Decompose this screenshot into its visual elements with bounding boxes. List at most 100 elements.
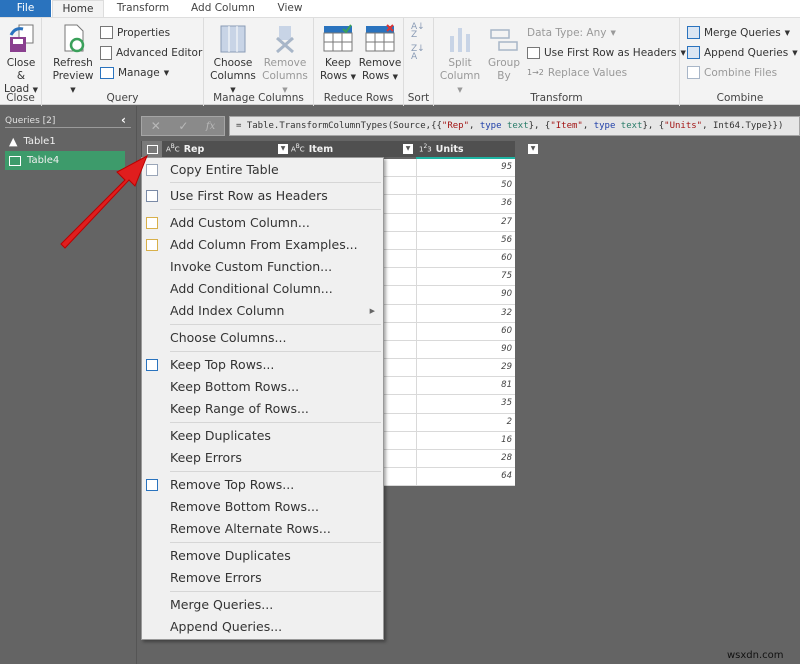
group-query: Refresh Preview ▼ Properties Advanced Edi… xyxy=(42,18,204,106)
menu-item-add-column-from-examples[interactable]: Add Column From Examples... xyxy=(142,234,383,256)
units-cell[interactable]: 56 xyxy=(501,232,512,249)
menu-item-label: Remove Errors xyxy=(170,570,262,585)
table-icon xyxy=(9,155,21,166)
annotation-arrow xyxy=(60,154,148,249)
remove-columns-button[interactable]: Remove Columns ▼ xyxy=(260,22,310,97)
units-cell[interactable]: 60 xyxy=(501,323,512,340)
tab-transform[interactable]: Transform xyxy=(112,0,174,17)
collapse-pane-icon[interactable]: ‹ xyxy=(121,113,126,127)
menu-item-remove-top-rows[interactable]: Remove Top Rows... xyxy=(142,474,383,496)
menu-separator xyxy=(170,471,381,472)
menu-item-add-conditional-column[interactable]: Add Conditional Column... xyxy=(142,278,383,300)
replace-values-button[interactable]: 1→2 Replace Values xyxy=(527,64,627,81)
column-header-rep[interactable]: ABC Rep xyxy=(166,141,204,157)
replace-values-icon: 1→2 xyxy=(527,68,544,77)
column-header-units[interactable]: 123 Units xyxy=(419,141,464,157)
replace-values-label: Replace Values xyxy=(547,66,628,79)
menu-item-label: Use First Row as Headers xyxy=(170,188,328,203)
sort-descending-button[interactable]: Z↓ A xyxy=(411,45,425,62)
menu-item-choose-columns[interactable]: Choose Columns... xyxy=(142,327,383,349)
formula-input[interactable]: = Table.TransformColumnTypes(Source,{{"R… xyxy=(229,116,800,136)
units-cell[interactable]: 95 xyxy=(501,159,512,176)
units-cell[interactable]: 60 xyxy=(501,250,512,267)
headers-table-icon xyxy=(527,46,540,59)
tab-file[interactable]: File xyxy=(0,0,51,17)
sort-ascending-button[interactable]: A↓ Z xyxy=(411,23,425,40)
group-label-close: Close xyxy=(6,92,35,104)
menu-item-add-index-column[interactable]: Add Index Column ▶ xyxy=(142,300,383,322)
menu-item-merge-queries[interactable]: Merge Queries... xyxy=(142,594,383,616)
units-cell[interactable]: 64 xyxy=(501,468,512,485)
tab-view[interactable]: View xyxy=(270,0,310,17)
menu-item-remove-duplicates[interactable]: Remove Duplicates xyxy=(142,545,383,567)
choose-label2: Columns xyxy=(210,70,256,82)
menu-item-remove-bottom-rows[interactable]: Remove Bottom Rows... xyxy=(142,496,383,518)
manage-button[interactable]: Manage ▼ xyxy=(100,64,169,81)
text-type-icon: ABC xyxy=(291,144,305,154)
group-combine: Merge Queries ▼ Append Queries ▼ Combine F… xyxy=(680,18,800,106)
ribbon-tabs: File Home Transform Add Column View xyxy=(0,0,800,17)
units-cell[interactable]: 29 xyxy=(501,359,512,376)
filter-dropdown-item[interactable]: ▼ xyxy=(403,144,413,154)
menu-item-keep-bottom-rows[interactable]: Keep Bottom Rows... xyxy=(142,376,383,398)
tab-add-column[interactable]: Add Column xyxy=(184,0,262,17)
merge-queries-button[interactable]: Merge Queries ▼ xyxy=(687,24,790,41)
remove-rows-button[interactable]: Remove Rows ▼ xyxy=(358,22,402,84)
units-cell[interactable]: 90 xyxy=(501,286,512,303)
menu-item-label: Keep Top Rows... xyxy=(170,357,275,372)
units-cell[interactable]: 28 xyxy=(501,450,512,467)
combine-files-label: Combine Files xyxy=(704,66,778,79)
units-cell[interactable]: 75 xyxy=(501,268,512,285)
menu-item-remove-alternate-rows[interactable]: Remove Alternate Rows... xyxy=(142,518,383,540)
column-header-item[interactable]: ABC Item xyxy=(291,141,333,157)
close-load-label: Close & xyxy=(6,57,36,82)
append-queries-button[interactable]: Append Queries ▼ xyxy=(687,44,798,61)
group-close: Close & Load ▼ Close xyxy=(0,18,42,106)
confirm-icon[interactable]: ✓ xyxy=(178,119,188,133)
menu-item-invoke-custom-function[interactable]: Invoke Custom Function... xyxy=(142,256,383,278)
keep-rows-button[interactable]: Keep Rows ▼ xyxy=(318,22,358,84)
menu-item-keep-top-rows[interactable]: Keep Top Rows... xyxy=(142,354,383,376)
advanced-editor-button[interactable]: Advanced Editor xyxy=(100,44,202,61)
units-cell[interactable]: 90 xyxy=(501,341,512,358)
units-cell[interactable]: 2 xyxy=(507,414,512,431)
menu-separator xyxy=(170,324,381,325)
menu-item-label: Choose Columns... xyxy=(170,330,287,345)
close-load-button[interactable]: Close & Load ▼ xyxy=(2,22,40,97)
units-cell[interactable]: 32 xyxy=(501,305,512,322)
formula-type: text xyxy=(506,121,529,131)
menu-item-add-custom-column[interactable]: Add Custom Column... xyxy=(142,212,383,234)
menu-item-append-queries[interactable]: Append Queries... xyxy=(142,616,383,638)
choose-columns-button[interactable]: Choose Columns ▼ xyxy=(208,22,258,97)
units-cell[interactable]: 36 xyxy=(501,195,512,212)
menu-item-label: Add Index Column xyxy=(170,303,285,318)
menu-item-keep-errors[interactable]: Keep Errors xyxy=(142,447,383,469)
filter-dropdown-units[interactable]: ▼ xyxy=(528,144,538,154)
column-name: Units xyxy=(435,143,464,155)
group-by-button[interactable]: Group By xyxy=(484,22,524,83)
units-cell[interactable]: 50 xyxy=(501,177,512,194)
use-first-row-headers-button[interactable]: Use First Row as Headers ▼ xyxy=(527,44,686,61)
units-cell[interactable]: 16 xyxy=(501,432,512,449)
column-name: Rep xyxy=(183,143,205,155)
menu-item-label: Remove Top Rows... xyxy=(170,477,295,492)
menu-item-copy-entire-table[interactable]: Copy Entire Table xyxy=(142,159,383,181)
cancel-icon[interactable]: ✕ xyxy=(151,119,161,133)
number-type-icon: 123 xyxy=(419,144,432,154)
refresh-preview-button[interactable]: Refresh Preview ▼ xyxy=(50,22,96,97)
split-column-button[interactable]: Split Column ▼ xyxy=(438,22,482,97)
fx-icon[interactable]: fx xyxy=(206,121,215,132)
menu-item-use-first-row-as-headers[interactable]: Use First Row as Headers xyxy=(142,185,383,207)
menu-item-remove-errors[interactable]: Remove Errors xyxy=(142,567,383,589)
units-cell[interactable]: 35 xyxy=(501,395,512,412)
units-cell[interactable]: 81 xyxy=(501,377,512,394)
data-type-dropdown[interactable]: Data Type: Any ▼ xyxy=(527,24,616,41)
menu-item-keep-duplicates[interactable]: Keep Duplicates xyxy=(142,425,383,447)
units-cell[interactable]: 27 xyxy=(501,214,512,231)
filter-dropdown-rep[interactable]: ▼ xyxy=(278,144,288,154)
tab-home[interactable]: Home xyxy=(52,0,104,17)
menu-item-keep-range-of-rows[interactable]: Keep Range of Rows... xyxy=(142,398,383,420)
properties-button[interactable]: Properties xyxy=(100,24,170,41)
group-by-icon xyxy=(490,29,518,51)
combine-files-button[interactable]: Combine Files xyxy=(687,64,777,81)
